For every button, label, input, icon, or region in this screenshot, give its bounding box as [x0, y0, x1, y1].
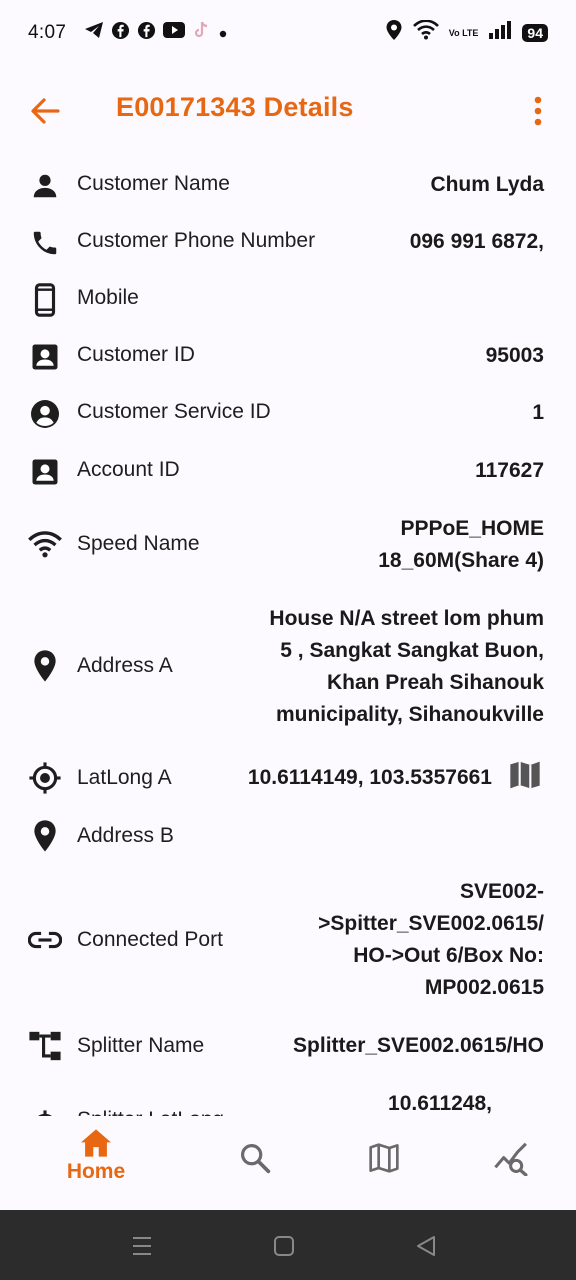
open-map-button[interactable]	[508, 758, 542, 792]
square-icon	[274, 1236, 294, 1256]
menu-lines-icon	[133, 1237, 151, 1255]
location-icon	[385, 19, 403, 47]
nav-home[interactable]: Home	[56, 1128, 136, 1184]
detail-value: 117627	[475, 459, 544, 482]
details-list[interactable]: Customer Name Chum Lyda Customer Phone N…	[0, 150, 576, 1116]
detail-row-address-b: Address B	[0, 816, 576, 856]
detail-value-line: >Spitter_SVE002.0615/	[318, 912, 544, 935]
detail-value-line: PPPoE_HOME	[400, 517, 544, 540]
detail-value-line: 5 , Sangkat Sangkat Buon,	[280, 639, 544, 662]
detail-label: Customer ID	[77, 343, 195, 366]
facebook-icon	[137, 21, 156, 46]
badge-icon	[27, 339, 63, 375]
wifi-icon	[27, 527, 63, 563]
status-bar: 4:07 Vo LTE 94	[0, 0, 576, 66]
detail-value-line: 18_60M(Share 4)	[378, 549, 544, 572]
detail-value: SVE002- >Spitter_SVE002.0615/ HO->Out 6/…	[318, 876, 544, 1004]
status-time: 4:07	[28, 22, 67, 43]
triangle-back-icon	[417, 1236, 435, 1256]
account-circle-icon	[27, 396, 63, 432]
detail-label: Customer Name	[77, 172, 230, 195]
detail-label: Customer Service ID	[77, 400, 271, 423]
volte-icon: Vo LTE	[448, 27, 479, 38]
home-system-button[interactable]	[270, 1232, 298, 1260]
detail-label: Connected Port	[77, 928, 223, 951]
detail-row-speed-name: Speed Name PPPoE_HOME 18_60M(Share 4)	[0, 512, 576, 578]
detail-label: Speed Name	[77, 532, 200, 555]
person-icon	[27, 168, 63, 204]
nav-search[interactable]	[215, 1142, 295, 1174]
detail-row-connected-port: Connected Port SVE002- >Spitter_SVE002.0…	[0, 876, 576, 1006]
detail-row-customer-id: Customer ID 95003	[0, 337, 576, 377]
nav-map[interactable]	[344, 1142, 424, 1174]
detail-value: Splitter_SVE002.0615/HO	[293, 1034, 544, 1057]
detail-value-line: SVE002-	[459, 880, 544, 903]
detail-row-latlong-a: LatLong A 10.6114149, 103.5357661	[0, 758, 576, 798]
arrow-back-icon	[31, 98, 60, 124]
detail-value-line: Khan Preah Sihanouk	[326, 671, 544, 694]
youtube-icon	[163, 22, 186, 44]
detail-value: Chum Lyda	[430, 173, 544, 196]
facebook-icon	[111, 21, 130, 46]
system-navigation-bar	[0, 1210, 576, 1280]
home-icon	[81, 1129, 111, 1157]
nav-analytics[interactable]	[472, 1142, 552, 1176]
signal-icon	[488, 20, 512, 46]
back-system-button[interactable]	[412, 1232, 440, 1260]
search-icon	[240, 1143, 271, 1174]
detail-label: Address A	[77, 654, 173, 677]
more-options-button[interactable]	[522, 92, 554, 130]
detail-value: 10.6114149, 103.5357661	[247, 766, 492, 789]
detail-value-line: House N/A street lom phum	[269, 607, 544, 630]
detail-label: Address B	[77, 824, 174, 847]
detail-row-customer-name: Customer Name Chum Lyda	[0, 166, 576, 206]
back-button[interactable]	[28, 94, 62, 128]
analytics-icon	[494, 1142, 528, 1176]
detail-label: Splitter Name	[77, 1034, 205, 1057]
detail-label: LatLong A	[77, 766, 172, 789]
detail-label: Mobile	[77, 286, 139, 309]
detail-row-customer-phone: Customer Phone Number 096 991 6872,	[0, 223, 576, 263]
app-bar: E00171343 Details	[0, 80, 576, 140]
more-vert-icon	[534, 96, 542, 126]
detail-row-address-a: Address A House N/A street lom phum 5 , …	[0, 602, 576, 732]
map-icon	[510, 761, 540, 789]
nav-home-label: Home	[66, 1160, 126, 1183]
gps-icon	[27, 760, 63, 796]
detail-row-account-id: Account ID 117627	[0, 452, 576, 492]
detail-value[interactable]: 096 991 6872,	[410, 226, 544, 258]
tiktok-icon	[192, 20, 212, 46]
detail-value: 10.611248,	[388, 1092, 492, 1115]
detail-value-line: HO->Out 6/Box No:	[353, 944, 544, 967]
detail-value-line: MP002.0615	[424, 976, 544, 999]
detail-row-customer-service-id: Customer Service ID 1	[0, 394, 576, 434]
detail-row-mobile: Mobile	[0, 280, 576, 320]
detail-value: 1	[532, 401, 544, 424]
detail-label: Customer Phone Number	[77, 229, 316, 252]
map-icon	[369, 1143, 399, 1173]
mobile-icon	[27, 282, 63, 318]
badge-icon	[27, 454, 63, 490]
wifi-icon	[412, 19, 439, 46]
dot-icon	[219, 22, 227, 44]
link-icon	[27, 922, 63, 958]
recents-button[interactable]	[128, 1232, 156, 1260]
battery-icon: 94	[522, 24, 548, 42]
page-title: E00171343 Details	[116, 92, 354, 122]
gps-icon	[27, 1108, 63, 1116]
detail-row-splitter-name: Splitter Name Splitter_SVE002.0615/HO	[0, 1026, 576, 1066]
telegram-icon	[84, 21, 104, 45]
detail-label: Splitter LatLong	[77, 1108, 224, 1116]
detail-value: House N/A street lom phum 5 , Sangkat Sa…	[269, 603, 544, 731]
detail-label: Account ID	[77, 458, 180, 481]
detail-value: 95003	[485, 344, 544, 367]
bottom-navigation: Home	[0, 1116, 576, 1210]
phone-icon	[27, 225, 63, 261]
detail-value-line: municipality, Sihanoukville	[275, 703, 544, 726]
splitter-icon	[27, 1028, 63, 1064]
location-pin-icon	[27, 648, 63, 684]
location-pin-icon	[27, 818, 63, 854]
detail-value: PPPoE_HOME 18_60M(Share 4)	[378, 513, 544, 577]
detail-row-splitter-latlong: Splitter LatLong 10.611248,	[0, 1088, 576, 1116]
